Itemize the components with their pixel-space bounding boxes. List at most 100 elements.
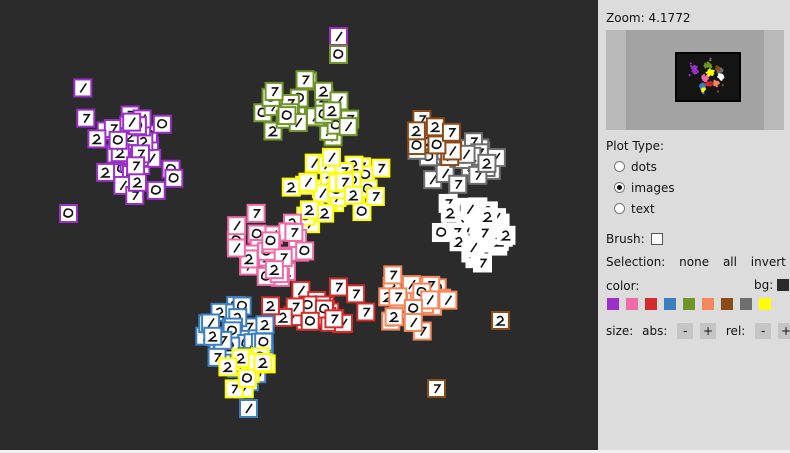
- plot-type-option-images[interactable]: images: [606, 181, 675, 195]
- digit-thumbnail[interactable]: [108, 130, 128, 150]
- digit-thumbnail[interactable]: [441, 122, 461, 142]
- digit-thumbnail[interactable]: [343, 185, 363, 205]
- digit-thumbnail[interactable]: [295, 241, 315, 261]
- digit-thumbnail[interactable]: [298, 172, 318, 192]
- digit-thumbnail[interactable]: [346, 284, 366, 304]
- color-swatch[interactable]: [740, 298, 752, 310]
- minimap-window[interactable]: [675, 52, 741, 102]
- digit-thumbnail[interactable]: [440, 203, 460, 223]
- digit-thumbnail[interactable]: [164, 168, 184, 188]
- rel-decrease-button[interactable]: -: [755, 323, 772, 339]
- color-swatch[interactable]: [683, 298, 695, 310]
- digit-thumbnail[interactable]: [277, 106, 297, 126]
- plot-type-option-text[interactable]: text: [606, 202, 655, 216]
- digit-thumbnail[interactable]: [491, 311, 510, 330]
- digit-thumbnail[interactable]: [477, 153, 497, 173]
- digit-thumbnail[interactable]: [322, 101, 342, 121]
- select-all-link[interactable]: all: [723, 255, 737, 269]
- digit-thumbnail[interactable]: [425, 117, 445, 137]
- digit-thumbnail[interactable]: [237, 368, 257, 388]
- digit-thumbnail[interactable]: [264, 260, 284, 280]
- digit-thumbnail[interactable]: [427, 379, 446, 398]
- digit-thumbnail[interactable]: [126, 156, 146, 176]
- digit-thumbnail[interactable]: [496, 225, 516, 245]
- digit-thumbnail[interactable]: [299, 200, 319, 220]
- bg-color-swatch[interactable]: [777, 279, 790, 291]
- digit-thumbnail[interactable]: [284, 222, 304, 242]
- digit-thumbnail[interactable]: [371, 158, 391, 178]
- minimap-viewport[interactable]: [626, 30, 764, 130]
- digit-thumbnail[interactable]: [76, 108, 96, 128]
- color-swatch[interactable]: [645, 298, 657, 310]
- images-radio[interactable]: [614, 182, 625, 193]
- digit-thumbnail[interactable]: [463, 238, 483, 258]
- brush-checkbox[interactable]: [650, 233, 663, 245]
- digit-thumbnail[interactable]: [122, 112, 142, 132]
- digit-thumbnail[interactable]: [246, 203, 266, 223]
- digit-thumbnail[interactable]: [239, 399, 258, 418]
- digit-thumbnail[interactable]: [87, 129, 107, 149]
- digit-thumbnail[interactable]: [261, 296, 281, 316]
- select-invert-link[interactable]: invert: [751, 255, 786, 269]
- color-swatch[interactable]: [607, 298, 619, 310]
- select-none-link[interactable]: none: [679, 255, 709, 269]
- color-swatch[interactable]: [759, 298, 771, 310]
- minimap[interactable]: [606, 30, 784, 130]
- digit-thumbnail[interactable]: [448, 174, 468, 194]
- digit-thumbnail[interactable]: [146, 180, 166, 200]
- digit-thumbnail[interactable]: [478, 207, 498, 227]
- digit-thumbnail[interactable]: [261, 231, 281, 251]
- rel-increase-button[interactable]: +: [777, 323, 790, 339]
- digit-thumbnail[interactable]: [218, 357, 238, 377]
- digit-thumbnail[interactable]: [300, 311, 320, 331]
- digit-thumbnail[interactable]: [227, 216, 247, 236]
- digit-thumbnail[interactable]: [329, 27, 348, 46]
- abs-increase-button[interactable]: +: [700, 323, 717, 339]
- digit-thumbnail[interactable]: [438, 290, 458, 310]
- digit-thumbnail[interactable]: [321, 147, 341, 167]
- minimap-dot: [708, 83, 712, 87]
- digit-thumbnail[interactable]: [324, 309, 344, 329]
- abs-decrease-button[interactable]: -: [677, 323, 694, 339]
- digit-thumbnail[interactable]: [356, 302, 376, 322]
- digit-thumbnail[interactable]: [406, 121, 426, 141]
- digit-thumbnail[interactable]: [73, 78, 93, 98]
- dots-label[interactable]: dots: [631, 160, 657, 174]
- digit-thumbnail[interactable]: [203, 326, 223, 346]
- digit-thumbnail[interactable]: [365, 186, 385, 206]
- digit-thumbnail[interactable]: [264, 81, 284, 101]
- selection-row: Selection: none all invert: [606, 255, 786, 269]
- digit-scatter-svg[interactable]: [0, 0, 598, 450]
- text-radio[interactable]: [614, 203, 625, 214]
- digit-thumbnail[interactable]: [255, 315, 275, 335]
- color-swatch[interactable]: [702, 298, 714, 310]
- digit-thumbnail[interactable]: [59, 204, 78, 223]
- digit-thumbnail[interactable]: [152, 114, 172, 134]
- digit-thumbnail[interactable]: [420, 290, 440, 310]
- text-label[interactable]: text: [631, 202, 655, 216]
- digit-thumbnail[interactable]: [281, 177, 301, 197]
- color-swatch[interactable]: [626, 298, 638, 310]
- digit-thumbnail[interactable]: [226, 238, 246, 258]
- digit-thumbnail[interactable]: [431, 223, 451, 243]
- digit-thumbnail[interactable]: [403, 312, 423, 332]
- digit-thumbnail[interactable]: [96, 162, 116, 182]
- digit-thumbnail[interactable]: [253, 353, 273, 373]
- color-swatch[interactable]: [664, 298, 676, 310]
- digit-thumbnail[interactable]: [383, 265, 403, 285]
- digit-thumbnail[interactable]: [328, 277, 348, 297]
- scatter-plot-canvas[interactable]: [0, 0, 598, 450]
- digit-thumbnail[interactable]: [295, 70, 315, 90]
- plot-type-option-dots[interactable]: dots: [606, 160, 657, 174]
- images-label[interactable]: images: [631, 181, 675, 195]
- digit-thumbnail[interactable]: [384, 307, 404, 327]
- dots-radio[interactable]: [614, 161, 625, 172]
- digit-thumbnail[interactable]: [388, 287, 408, 307]
- color-swatch[interactable]: [721, 298, 733, 310]
- digit-thumbnail[interactable]: [128, 172, 148, 192]
- digit-thumbnail[interactable]: [314, 81, 334, 101]
- digit-thumbnail[interactable]: [338, 117, 358, 137]
- digit-thumbnail[interactable]: [329, 45, 348, 64]
- digit-thumbnail[interactable]: [460, 199, 480, 219]
- minimap-dot: [710, 72, 713, 75]
